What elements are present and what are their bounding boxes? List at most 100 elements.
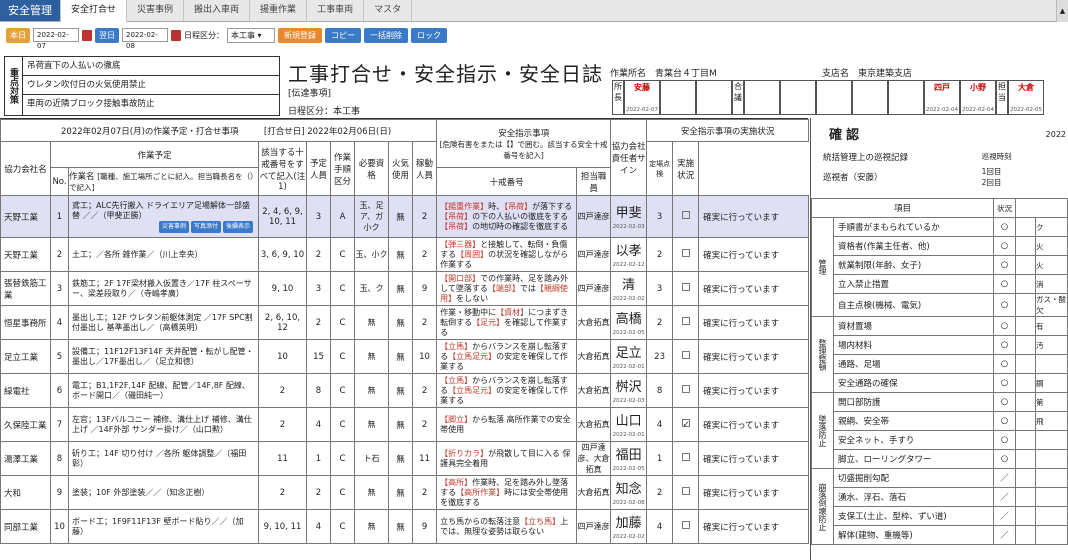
proc-cell: C bbox=[330, 305, 355, 340]
tab-master[interactable]: マスタ bbox=[364, 0, 413, 21]
stamp-cell[interactable]: 小野 2022-02-04 bbox=[960, 80, 996, 115]
status-cell: 確実に行っています bbox=[698, 237, 810, 272]
stamp-cell[interactable] bbox=[888, 80, 924, 115]
tab-vehicles-inout[interactable]: 搬出入車両 bbox=[184, 0, 251, 21]
check-box[interactable] bbox=[681, 521, 690, 529]
check-row[interactable]: 管理 手順書がまもられているか ○ ク bbox=[811, 217, 1068, 317]
table-row[interactable]: 久保陸工業 7 左官；13Fバルコニー 補修、溝仕上げ 補修、溝仕上げ ／14F… bbox=[0, 407, 810, 442]
check-box[interactable] bbox=[681, 249, 690, 257]
check-row[interactable]: 場内材料 ○ 汚 bbox=[812, 335, 1068, 355]
next-date-input[interactable]: 2022-02-08 bbox=[122, 28, 168, 50]
side-group bbox=[1015, 468, 1037, 488]
check-cell bbox=[672, 237, 700, 272]
table-row[interactable]: 湯澤工業 8 斫り工；14F 切り付け ／各所 躯体調整／（福田彰） 11 1 … bbox=[0, 441, 810, 476]
check-row[interactable]: 自主点検(機械、電気) ○ ガス・酸欠 bbox=[812, 293, 1068, 317]
check-box[interactable] bbox=[681, 283, 690, 291]
check-mark[interactable]: ○ bbox=[993, 335, 1017, 355]
check-mark[interactable]: ○ bbox=[993, 255, 1017, 275]
table-row[interactable]: 張替鉄筋工業 3 鉄筋工；2F 17F梁材搬入仮置き／17F 柱スペーサー、梁差… bbox=[0, 271, 810, 306]
scroll-arrow[interactable]: ▲ bbox=[1056, 0, 1068, 22]
check-box[interactable] bbox=[681, 385, 690, 393]
check-mark[interactable]: ○ bbox=[993, 316, 1017, 336]
check-mark[interactable]: ○ bbox=[993, 274, 1017, 294]
sched-cell: 8 bbox=[306, 373, 331, 408]
approval-stamps: 所長 安藤 2022-02-07 合議 四戸 2022-02-04 小野 2022-0… bbox=[612, 80, 1044, 115]
check-row[interactable]: 就業制限(年齢、女子) ○ 火 bbox=[812, 255, 1068, 275]
check-row[interactable]: 脚立、ローリングタワー ○ bbox=[812, 449, 1068, 469]
tab-work-vehicles[interactable]: 工事車両 bbox=[307, 0, 365, 21]
tab-accident-cases[interactable]: 災害事例 bbox=[127, 0, 185, 21]
detail-button[interactable]: 後續表示 bbox=[222, 220, 253, 233]
check-box[interactable] bbox=[681, 487, 690, 495]
calendar-icon[interactable] bbox=[171, 29, 181, 41]
check-table: 項目 状況 管理 手順書がまもられているか ○ ク資格者(作業主任者、他) ○ 火就業制限(年… bbox=[810, 198, 1068, 545]
calendar-icon[interactable] bbox=[82, 29, 92, 41]
check-row[interactable]: 立入禁止措置 ○ 消 bbox=[812, 274, 1068, 294]
check-box[interactable] bbox=[681, 453, 690, 461]
check-row[interactable]: 湧水、浮石、落石／ bbox=[812, 487, 1068, 507]
staff-cell: 四戸達彦 bbox=[576, 509, 612, 544]
patrol-time: 巡視時刻 bbox=[981, 152, 1012, 161]
table-row[interactable]: 恒星事務所 4 墨出し工；12F ウレタン前躯体測定 ／17F SPC割付墨出し… bbox=[0, 305, 810, 340]
page-title: 工事打合せ・安全指示・安全日誌 bbox=[288, 62, 603, 86]
check-box[interactable] bbox=[681, 211, 690, 219]
check-mark[interactable]: ／ bbox=[993, 506, 1017, 526]
check-row[interactable]: 支保工(土止、型枠、ずい道) ／ bbox=[812, 506, 1068, 526]
check-mark[interactable]: ○ bbox=[993, 392, 1017, 412]
today-date-input[interactable]: 2022-02-07 bbox=[33, 28, 79, 50]
today-button[interactable]: 本日 bbox=[6, 27, 30, 43]
row-no: 1 bbox=[50, 195, 69, 238]
check-row[interactable]: 整理整頓 資材置場 ○ 有 bbox=[811, 316, 1068, 393]
stamp-cell[interactable]: 大倉 2022-02-05 bbox=[1008, 80, 1044, 115]
tab-lifting[interactable]: 揚重作業 bbox=[250, 0, 308, 21]
stamp-cell[interactable] bbox=[852, 80, 888, 115]
check-mark[interactable]: ○ bbox=[993, 293, 1017, 317]
check-box[interactable]: ✓ bbox=[681, 419, 690, 430]
copy-button[interactable]: コピー bbox=[325, 27, 361, 43]
check-mark[interactable]: ○ bbox=[993, 217, 1017, 237]
table-row[interactable]: 大和 9 塗装；10F 外部塗装／／（知念正樹） 2 2 C 無 無 2 【高所… bbox=[0, 475, 810, 510]
new-register-button[interactable]: 新規登録 bbox=[278, 27, 322, 43]
check-row[interactable]: 墜落防止 開口部防護 ○ 第 bbox=[811, 392, 1068, 469]
tab-safety-meeting[interactable]: 安全打合せ bbox=[61, 0, 128, 22]
check-mark[interactable]: ／ bbox=[993, 525, 1017, 545]
check-mark[interactable]: ○ bbox=[993, 430, 1017, 450]
table-row[interactable]: 天野工業 1 鳶工；ALC先行搬入 ドライエリア足場解体一部盛替 ／／（甲斐正勝… bbox=[0, 195, 810, 238]
stamp-cell[interactable] bbox=[696, 80, 732, 115]
check-mark[interactable]: ○ bbox=[993, 373, 1017, 393]
table-row[interactable]: 同部工業 10 ボード工；1F9F11F13F 壁ボード貼り／／（加藤） 9, … bbox=[0, 509, 810, 544]
tab-safety-mgmt[interactable]: 安全管理 bbox=[0, 0, 61, 21]
stamp-cell[interactable]: 四戸 2022-02-04 bbox=[924, 80, 960, 115]
table-row[interactable]: 足立工業 5 設備工；11F12F13F14F 天井配管・転がし配管・墨出し／1… bbox=[0, 339, 810, 374]
ten-cell: 2 bbox=[411, 195, 438, 238]
check-mark[interactable]: ○ bbox=[993, 411, 1017, 431]
lock-button[interactable]: ロック bbox=[411, 27, 447, 43]
photo-attach-button[interactable]: 写真添付 bbox=[190, 220, 221, 233]
next-day-button[interactable]: 翌日 bbox=[95, 27, 119, 43]
signature-cell: 山口 2022-02-01 bbox=[610, 407, 648, 442]
check-mark[interactable]: ／ bbox=[993, 487, 1017, 507]
check-row[interactable]: 安全ネット、手すり ○ bbox=[812, 430, 1068, 450]
stamp-cell[interactable] bbox=[660, 80, 696, 115]
check-row[interactable]: 資格者(作業主任者、他) ○ 火 bbox=[812, 236, 1068, 256]
disaster-case-button[interactable]: 災害事例 bbox=[158, 220, 189, 233]
check-row[interactable]: 解体(建物、重機等) ／ bbox=[812, 525, 1068, 545]
check-row[interactable]: 崩落倒壊防止 切盛掘削勾配／ bbox=[811, 468, 1068, 545]
table-row[interactable]: 天野工業 2 土工；／各所 雑作業／（川上幸央） 3, 6, 9, 10 2 C… bbox=[0, 237, 810, 272]
bulk-delete-button[interactable]: 一括削除 bbox=[364, 27, 408, 43]
check-mark[interactable]: ○ bbox=[993, 236, 1017, 256]
check-mark[interactable]: ○ bbox=[993, 449, 1017, 469]
check-box[interactable] bbox=[681, 351, 690, 359]
check-mark[interactable]: ○ bbox=[993, 354, 1017, 374]
check-row[interactable]: 通路、足場 ○ bbox=[812, 354, 1068, 374]
check-row[interactable]: 安全通路の確保 ○ 鋼 bbox=[812, 373, 1068, 393]
table-row[interactable]: 緑電社 6 電工；B1,1F2F,14F 配線、配管／14F,8F 配線、ボード… bbox=[0, 373, 810, 408]
check-box[interactable] bbox=[681, 317, 690, 325]
stamp-cell[interactable]: 安藤 2022-02-07 bbox=[624, 80, 660, 115]
stamp-cell[interactable] bbox=[744, 80, 780, 115]
date-type-select[interactable]: 本工事 ▾ bbox=[227, 27, 275, 43]
check-row[interactable]: 親綱、安全帯 ○ 飛 bbox=[812, 411, 1068, 431]
stamp-cell[interactable] bbox=[780, 80, 816, 115]
check-mark[interactable]: ／ bbox=[993, 468, 1017, 488]
stamp-cell[interactable] bbox=[816, 80, 852, 115]
